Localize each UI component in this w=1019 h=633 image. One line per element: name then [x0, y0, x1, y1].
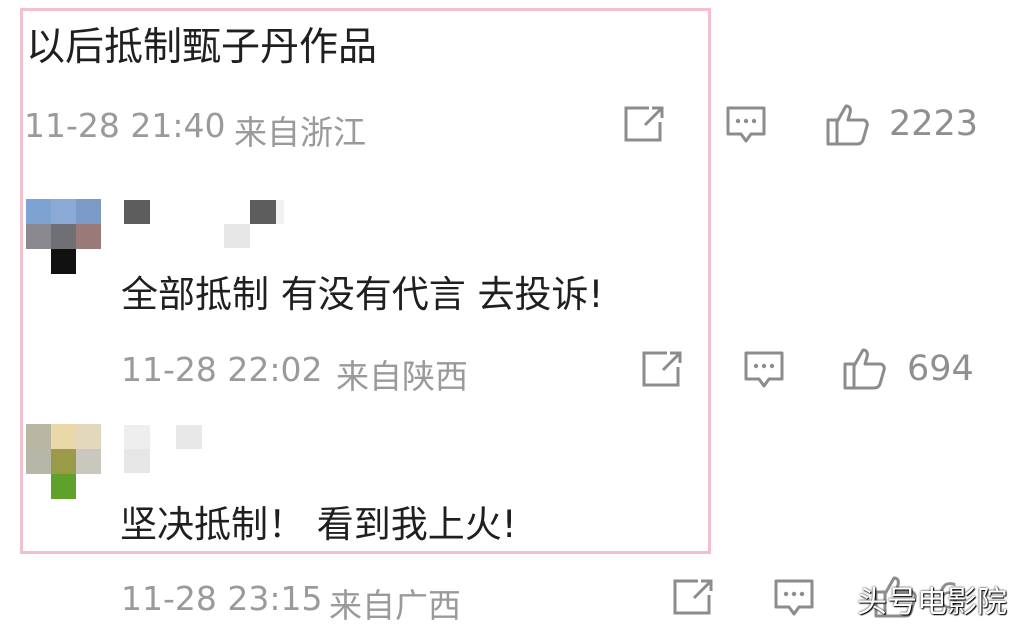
- share-icon[interactable]: [672, 578, 714, 620]
- post-text: 以后抵制甄子丹作品: [26, 25, 378, 70]
- reply-location: 来自陕西: [336, 357, 468, 396]
- username[interactable]: [124, 425, 204, 475]
- reply-time: 11-28 23:15: [121, 579, 323, 618]
- post-like-count: 2223: [889, 104, 979, 144]
- reply-location: 来自广西: [329, 586, 461, 625]
- comment-icon[interactable]: [773, 578, 815, 622]
- post-location: 来自浙江: [234, 113, 366, 152]
- post-time: 11-28 21:40: [24, 106, 226, 145]
- share-icon[interactable]: [623, 105, 665, 147]
- thumbs-up-icon[interactable]: [825, 102, 871, 150]
- reply-text: 全部抵制 有没有代言 去投诉!: [121, 273, 604, 316]
- watermark: 头号电影院: [857, 585, 1007, 620]
- reply-like-count: 694: [907, 349, 974, 389]
- avatar: [26, 199, 101, 275]
- share-icon[interactable]: [641, 350, 683, 392]
- reply-text: 坚决抵制！ 看到我上火!: [120, 503, 517, 546]
- avatar: [26, 424, 101, 500]
- username[interactable]: [124, 200, 284, 250]
- reply-time: 11-28 22:02: [121, 350, 323, 389]
- comment-icon[interactable]: [725, 105, 767, 149]
- comment-icon[interactable]: [743, 350, 785, 394]
- thumbs-up-icon[interactable]: [842, 346, 888, 394]
